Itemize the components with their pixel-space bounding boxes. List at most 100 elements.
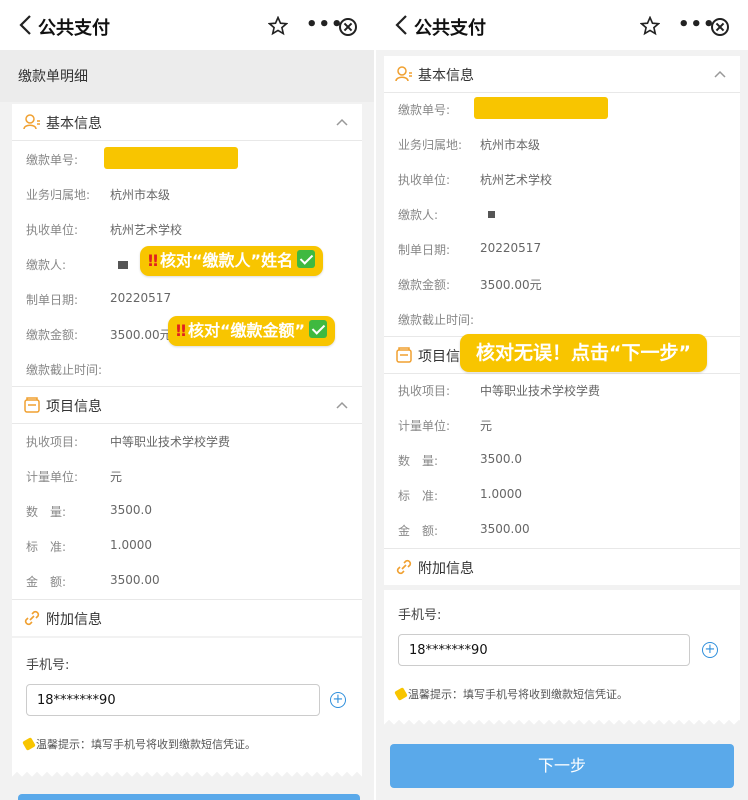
row-bill-number: 缴款单号: xyxy=(384,92,740,127)
redacted-bill-number xyxy=(104,147,238,169)
tip-text: 温馨提示：填写手机号将收到缴款短信凭证。 xyxy=(22,736,256,752)
row-value: 中等职业技术学校学费 xyxy=(480,384,601,398)
row-label: 业务归属地: xyxy=(26,188,91,202)
row-label: 执收项目: xyxy=(398,384,451,398)
row-label: 计量单位: xyxy=(398,419,451,433)
nav-bar: 公共支付 ••• xyxy=(0,0,374,50)
close-icon[interactable] xyxy=(339,18,357,36)
next-button[interactable]: 下一步 xyxy=(390,744,734,788)
row-label: 执收项目: xyxy=(26,435,79,449)
user-icon xyxy=(395,66,412,82)
check-icon xyxy=(309,320,328,338)
user-icon xyxy=(23,114,40,130)
mobile-input[interactable] xyxy=(26,684,320,716)
row-value: 元 xyxy=(110,470,123,484)
annotation-text: 核对“缴款人”姓名 xyxy=(160,251,294,270)
row-label: 标 准: xyxy=(26,540,67,554)
row-value: 20220517 xyxy=(480,241,542,255)
close-icon[interactable] xyxy=(711,18,729,36)
annotation-confirm-next: 核对无误！点击“下一步” xyxy=(460,334,707,372)
mobile-label: 手机号: xyxy=(398,608,442,623)
mobile-input[interactable] xyxy=(398,634,690,666)
row-quantity: 数 量: 3500.0 xyxy=(12,494,362,529)
tip-label: 温馨提示：填写手机号将收到缴款短信凭证。 xyxy=(408,688,628,701)
tip-icon xyxy=(394,687,408,701)
star-icon[interactable] xyxy=(268,16,288,36)
row-project: 执收项目: 中等职业技术学校学费 xyxy=(384,373,740,408)
row-deadline: 缴款截止时间: xyxy=(384,302,740,337)
row-project: 执收项目: 中等职业技术学校学费 xyxy=(12,424,362,459)
star-icon[interactable] xyxy=(640,16,660,36)
row-label: 缴款金额: xyxy=(398,278,451,292)
section-title: 项目信息 xyxy=(46,399,102,415)
page-title: 公共支付 xyxy=(38,18,110,39)
row-value: 3500.00 xyxy=(110,573,160,587)
section-project-info[interactable]: 项目信息 xyxy=(12,387,362,423)
row-label: 金 额: xyxy=(398,524,439,538)
row-bill-number: 缴款单号: xyxy=(12,142,362,177)
section-title: 附加信息 xyxy=(46,612,102,628)
row-collector: 执收单位: 杭州艺术学校 xyxy=(12,212,362,247)
row-label: 金 额: xyxy=(26,575,67,589)
chevron-up-icon[interactable] xyxy=(336,116,348,128)
row-label: 业务归属地: xyxy=(398,138,463,152)
subheader-title: 缴款单明细 xyxy=(18,69,88,85)
row-date: 制单日期: 20220517 xyxy=(12,282,362,317)
row-value: 杭州市本级 xyxy=(480,138,541,152)
add-icon[interactable]: + xyxy=(330,692,346,708)
row-value: 中等职业技术学校学费 xyxy=(110,435,231,449)
mobile-card: 手机号: + 温馨提示：填写手机号将收到缴款短信凭证。 xyxy=(384,590,740,718)
screen-right: 公共支付 ••• 基本信息 缴款单号: 业务归属地: 杭州市本级 执收单位: 杭… xyxy=(376,0,748,800)
screen-left: 公共支付 ••• 缴款单明细 基本信息 缴款单号: 业务归属地: 杭州市本级 执… xyxy=(0,0,374,800)
section-basic-info[interactable]: 基本信息 xyxy=(12,104,362,140)
row-label: 缴款单号: xyxy=(26,153,79,167)
row-value: 元 xyxy=(480,419,493,433)
row-collector: 执收单位: 杭州艺术学校 xyxy=(384,162,740,197)
section-basic-info[interactable]: 基本信息 xyxy=(384,56,740,92)
row-label: 执收单位: xyxy=(26,223,79,237)
row-region: 业务归属地: 杭州市本级 xyxy=(12,177,362,212)
annotation-text: 核对“缴款金额” xyxy=(188,321,306,340)
link-icon xyxy=(24,610,40,626)
row-unit: 计量单位: 元 xyxy=(384,408,740,443)
row-value: 3500.00元 xyxy=(110,328,172,342)
redacted-bill-number xyxy=(474,97,608,119)
row-standard: 标 准: 1.0000 xyxy=(12,529,362,564)
tip-icon xyxy=(22,737,36,751)
wallet-icon xyxy=(396,347,412,363)
chevron-up-icon[interactable] xyxy=(336,399,348,411)
annotation-check-amount: ‼ 核对“缴款金额” xyxy=(168,316,336,346)
more-icon[interactable]: ••• xyxy=(306,16,344,34)
add-icon[interactable]: + xyxy=(702,642,718,658)
row-value: 3500.0 xyxy=(480,452,522,466)
back-icon[interactable] xyxy=(14,12,40,38)
divider xyxy=(12,140,362,141)
tip-text: 温馨提示：填写手机号将收到缴款短信凭证。 xyxy=(394,686,628,702)
row-label: 缴款人: xyxy=(398,208,439,222)
redacted-payer xyxy=(488,211,495,218)
wallet-icon xyxy=(24,397,40,413)
row-value: 1.0000 xyxy=(110,538,152,552)
row-total: 金 额: 3500.00 xyxy=(384,513,740,548)
chevron-up-icon[interactable] xyxy=(714,68,726,80)
section-title: 基本信息 xyxy=(418,68,474,84)
row-value: 3500.0 xyxy=(110,503,152,517)
redacted-payer xyxy=(118,261,128,269)
zigzag-edge xyxy=(384,718,740,728)
section-extra-info[interactable]: 附加信息 xyxy=(384,549,740,585)
section-extra-info[interactable]: 附加信息 xyxy=(12,600,362,636)
next-button-peek[interactable] xyxy=(18,794,360,800)
row-value: 3500.00元 xyxy=(480,278,542,292)
row-total: 金 额: 3500.00 xyxy=(12,564,362,599)
row-deadline: 缴款截止时间: xyxy=(12,352,362,387)
row-region: 业务归属地: 杭州市本级 xyxy=(384,127,740,162)
row-label: 制单日期: xyxy=(26,293,79,307)
row-unit: 计量单位: 元 xyxy=(12,459,362,494)
annotation-text: 核对无误！点击“下一步” xyxy=(476,342,691,364)
row-label: 标 准: xyxy=(398,489,439,503)
back-icon[interactable] xyxy=(390,12,416,38)
more-icon[interactable]: ••• xyxy=(678,16,716,34)
row-label: 缴款截止时间: xyxy=(398,313,475,327)
row-value: 杭州艺术学校 xyxy=(110,223,183,237)
section-title: 基本信息 xyxy=(46,116,102,132)
